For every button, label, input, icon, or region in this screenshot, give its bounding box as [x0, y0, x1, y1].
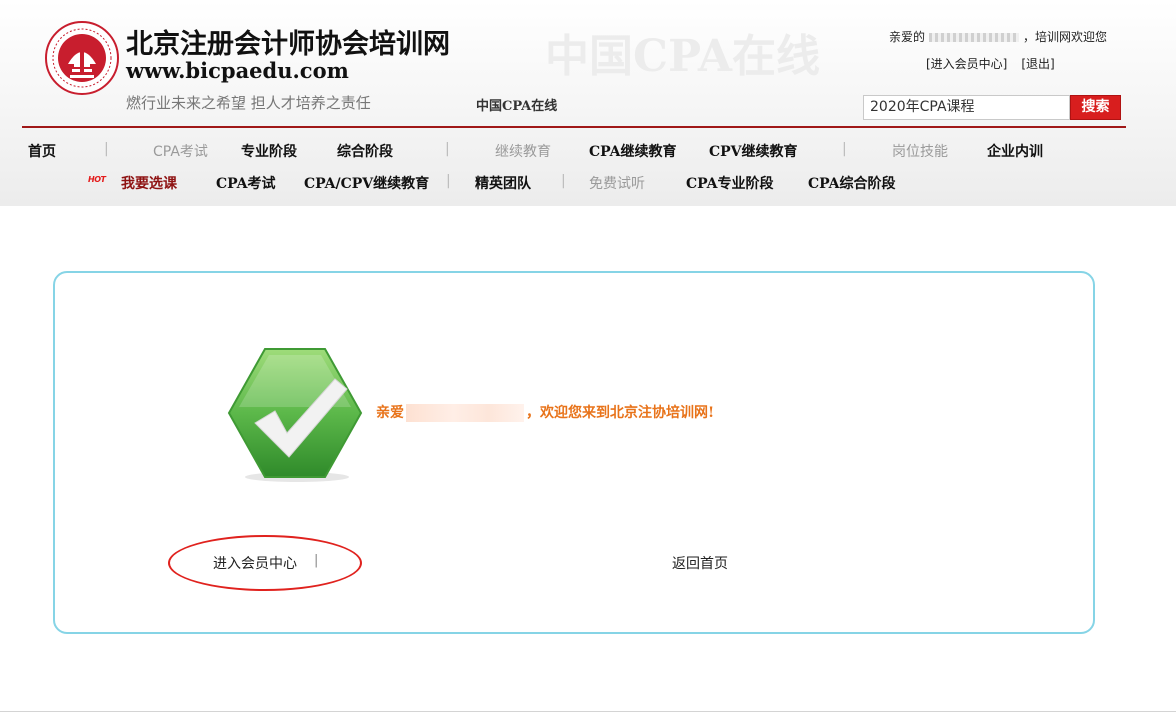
- site-title[interactable]: 北京注册会计师协会培训网: [126, 22, 450, 61]
- user-welcome-prefix: 亲爱的: [889, 30, 926, 44]
- nav-separator: |: [446, 173, 451, 189]
- nav-cpv-continuing-education[interactable]: CPV继续教育: [709, 141, 798, 161]
- hot-badge: HOT: [88, 175, 106, 184]
- nav-cpa-exam-2[interactable]: CPA考试: [216, 173, 276, 193]
- link-separator: |: [314, 553, 319, 568]
- footer-divider: [0, 711, 1176, 712]
- search-input[interactable]: 2020年CPA课程: [863, 95, 1070, 120]
- cpa-online-link[interactable]: 中国CPA在线: [476, 95, 557, 114]
- nav-cpa-professional-stage[interactable]: CPA专业阶段: [686, 173, 774, 193]
- logout-link[interactable]: [退出]: [1021, 57, 1054, 71]
- success-check-icon: [227, 348, 363, 482]
- institute-seal-icon[interactable]: [44, 20, 120, 96]
- account-links: [进入会员中心] [退出]: [926, 55, 1055, 72]
- header-watermark: 中国CPA在线: [545, 31, 821, 82]
- nav-home[interactable]: 首页: [28, 141, 56, 161]
- user-welcome: 亲爱的 ，培训网欢迎您: [889, 28, 1107, 45]
- nav-separator: |: [445, 141, 450, 157]
- welcome-message-prefix: 亲爱: [376, 405, 404, 421]
- member-center-link[interactable]: [进入会员中心]: [926, 57, 1007, 71]
- welcome-message-suffix: ，欢迎您来到北京注协培训网!: [526, 405, 715, 421]
- site-url[interactable]: www.bicpaedu.com: [126, 58, 349, 83]
- secondary-nav: HOT 我要选课 CPA考试 CPA/CPV继续教育 | 精英团队 | 免费试听…: [0, 173, 1176, 195]
- nav-select-course[interactable]: 我要选课: [121, 173, 177, 193]
- welcome-message: 亲爱 ，欢迎您来到北京注协培训网!: [376, 402, 714, 422]
- nav-free-trial[interactable]: 免费试听: [589, 173, 645, 193]
- search-button[interactable]: 搜索: [1070, 95, 1121, 120]
- nav-separator: |: [842, 141, 847, 157]
- header-divider: [22, 126, 1126, 128]
- nav-job-skills[interactable]: 岗位技能: [892, 141, 948, 161]
- nav-separator: |: [561, 173, 566, 189]
- site-slogan: 燃行业未来之希望 担人才培养之责任: [126, 94, 371, 112]
- nav-comprehensive-stage[interactable]: 综合阶段: [337, 141, 393, 161]
- nav-separator: |: [104, 141, 109, 157]
- nav-cpa-comprehensive-stage[interactable]: CPA综合阶段: [808, 173, 896, 193]
- nav-cpa-cpv-continuing-education[interactable]: CPA/CPV继续教育: [304, 173, 429, 193]
- return-home-link[interactable]: 返回首页: [672, 553, 728, 573]
- masked-username: [929, 33, 1020, 42]
- nav-cpa-exam[interactable]: CPA考试: [153, 141, 208, 161]
- user-welcome-suffix: ，培训网欢迎您: [1023, 30, 1108, 44]
- main-nav: 首页 | CPA考试 专业阶段 综合阶段 | 继续教育 CPA继续教育 CPV继…: [0, 141, 1176, 163]
- nav-continuing-education[interactable]: 继续教育: [495, 141, 551, 161]
- nav-elite-team[interactable]: 精英团队: [475, 173, 531, 193]
- site-header: 北京注册会计师协会培训网 www.bicpaedu.com 燃行业未来之希望 担…: [0, 0, 1176, 206]
- masked-username: [406, 404, 524, 422]
- nav-cpa-continuing-education[interactable]: CPA继续教育: [589, 141, 677, 161]
- nav-corporate-training[interactable]: 企业内训: [987, 141, 1043, 161]
- enter-member-center-link[interactable]: 进入会员中心: [213, 553, 297, 573]
- nav-professional-stage[interactable]: 专业阶段: [241, 141, 297, 161]
